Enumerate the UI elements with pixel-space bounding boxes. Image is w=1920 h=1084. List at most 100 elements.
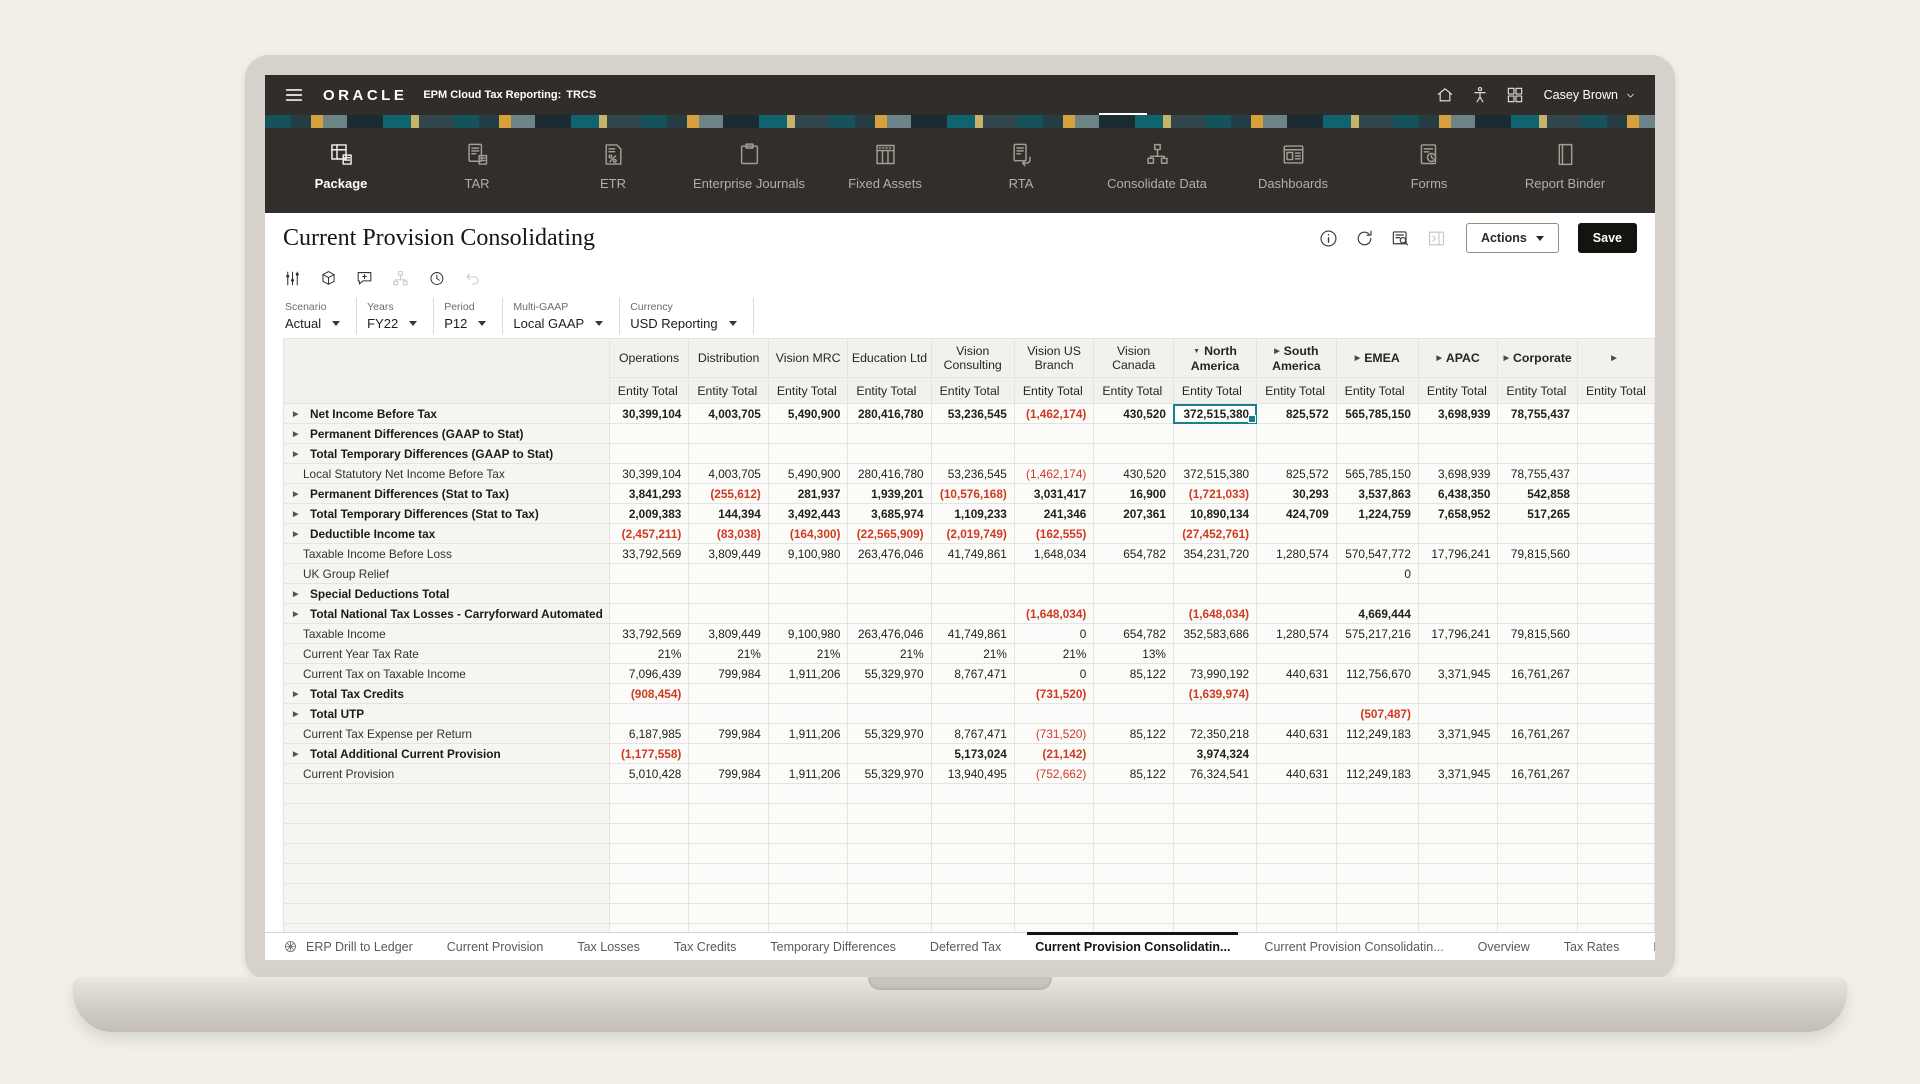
grid-cell[interactable]: [1014, 584, 1094, 604]
column-header-south-america[interactable]: ▶South America: [1257, 339, 1337, 378]
grid-cell[interactable]: [1257, 444, 1337, 464]
grid-cell[interactable]: 76,324,541: [1173, 764, 1256, 784]
expand-triangle-icon[interactable]: ▶: [293, 710, 298, 718]
grid-cell[interactable]: [1577, 664, 1654, 684]
grid-cell[interactable]: 825,572: [1257, 404, 1337, 424]
grid-cell[interactable]: 144,394: [689, 504, 769, 524]
tab-tax-credits[interactable]: Tax Credits: [674, 933, 737, 960]
tab-current-provision[interactable]: Current Provision: [447, 933, 544, 960]
grid-cell[interactable]: [1498, 424, 1578, 444]
menu-icon[interactable]: [283, 84, 305, 106]
expand-triangle-icon[interactable]: ▶: [293, 450, 298, 458]
grid-cell[interactable]: 354,231,720: [1173, 544, 1256, 564]
grid-cell[interactable]: [1257, 524, 1337, 544]
subheader-entity-total[interactable]: Entity Total: [1014, 378, 1094, 404]
grid-cell[interactable]: [609, 584, 689, 604]
nav-item-tar[interactable]: TAR: [409, 128, 545, 213]
grid-cell[interactable]: [1257, 584, 1337, 604]
expand-triangle-icon[interactable]: ▶: [1355, 355, 1360, 362]
grid-cell[interactable]: 3,371,945: [1418, 664, 1498, 684]
nav-item-consolidate-data[interactable]: Consolidate Data: [1089, 128, 1225, 213]
grid-cell[interactable]: [1173, 444, 1256, 464]
grid-cell[interactable]: 3,492,443: [768, 504, 848, 524]
grid-cell[interactable]: [1498, 604, 1578, 624]
grid-cell[interactable]: [1014, 444, 1094, 464]
grid-cell[interactable]: [1418, 704, 1498, 724]
tab-fx-rates[interactable]: FX Rates: [1653, 933, 1655, 960]
grid-cell[interactable]: (1,648,034): [1173, 604, 1256, 624]
grid-cell[interactable]: [768, 584, 848, 604]
expand-triangle-icon[interactable]: ▶: [293, 590, 298, 598]
grid-cell[interactable]: [1336, 424, 1418, 444]
grid-cell[interactable]: [1173, 644, 1256, 664]
subheader-entity-total[interactable]: Entity Total: [768, 378, 848, 404]
grid-cell[interactable]: (752,662): [1014, 764, 1094, 784]
grid-cell[interactable]: [689, 604, 769, 624]
row-label[interactable]: ▶Total Additional Current Provision: [284, 744, 610, 764]
grid-cell[interactable]: [1418, 444, 1498, 464]
row-label[interactable]: ▶Total UTP: [284, 704, 610, 724]
grid-cell[interactable]: (731,520): [1014, 684, 1094, 704]
column-header-vision-us-branch[interactable]: Vision US Branch: [1014, 339, 1094, 378]
grid-cell[interactable]: 1,648,034: [1014, 544, 1094, 564]
grid-cell[interactable]: 575,217,216: [1336, 624, 1418, 644]
grid-cell[interactable]: [848, 424, 931, 444]
grid-cell[interactable]: 3,371,945: [1418, 724, 1498, 744]
grid-cell[interactable]: [1498, 684, 1578, 704]
grid-cell[interactable]: 799,984: [689, 724, 769, 744]
grid-cell[interactable]: [609, 604, 689, 624]
column-header-distribution[interactable]: Distribution: [689, 339, 769, 378]
grid-cell[interactable]: [609, 564, 689, 584]
pov-value[interactable]: Local GAAP: [513, 316, 603, 331]
expand-triangle-icon[interactable]: ▶: [293, 690, 298, 698]
row-label[interactable]: ▶Permanent Differences (Stat to Tax): [284, 484, 610, 504]
grid-cell[interactable]: [1257, 564, 1337, 584]
grid-cell[interactable]: [1014, 564, 1094, 584]
nav-item-rta[interactable]: RTA: [953, 128, 1089, 213]
grid-cell[interactable]: 3,698,939: [1418, 464, 1498, 484]
home-icon[interactable]: [1435, 85, 1455, 105]
subheader-entity-total[interactable]: Entity Total: [1498, 378, 1578, 404]
grid-cell[interactable]: 3,685,974: [848, 504, 931, 524]
grid-cell[interactable]: [1498, 444, 1578, 464]
grid-cell[interactable]: [1094, 744, 1174, 764]
column-header-education-ltd[interactable]: Education Ltd: [848, 339, 931, 378]
expand-triangle-icon[interactable]: ▶: [1504, 355, 1509, 362]
expand-triangle-icon[interactable]: ▶: [293, 750, 298, 758]
grid-cell[interactable]: [848, 584, 931, 604]
grid-cell[interactable]: [1577, 684, 1654, 704]
grid-cell[interactable]: [1336, 644, 1418, 664]
expand-triangle-icon[interactable]: ▶: [1274, 348, 1279, 355]
pov-value[interactable]: Actual: [285, 316, 340, 331]
grid-cell[interactable]: 30,399,104: [609, 404, 689, 424]
grid-cell[interactable]: (1,639,974): [1173, 684, 1256, 704]
row-label[interactable]: ▶Total National Tax Losses - Carryforwar…: [284, 604, 610, 624]
grid-cell[interactable]: 6,187,985: [609, 724, 689, 744]
grid-cell[interactable]: 799,984: [689, 764, 769, 784]
grid-cell[interactable]: [768, 444, 848, 464]
grid-cell[interactable]: 33,792,569: [609, 544, 689, 564]
grid-cell[interactable]: 72,350,218: [1173, 724, 1256, 744]
grid-cell[interactable]: [1094, 604, 1174, 624]
grid-cell[interactable]: (1,721,033): [1173, 484, 1256, 504]
grid-cell[interactable]: [1418, 564, 1498, 584]
grid-cell[interactable]: (162,555): [1014, 524, 1094, 544]
grid-cell[interactable]: [768, 604, 848, 624]
expand-triangle-icon[interactable]: ▶: [293, 530, 298, 538]
grid-cell[interactable]: 280,416,780: [848, 464, 931, 484]
nav-item-dashboards[interactable]: Dashboards: [1225, 128, 1361, 213]
grid-cell[interactable]: 372,515,380: [1173, 464, 1256, 484]
grid-cell[interactable]: [1094, 684, 1174, 704]
grid-cell[interactable]: (255,612): [689, 484, 769, 504]
save-button[interactable]: Save: [1578, 223, 1637, 253]
grid-cell[interactable]: 280,416,780: [848, 404, 931, 424]
grid-cell[interactable]: [848, 684, 931, 704]
grid-cell[interactable]: 281,937: [768, 484, 848, 504]
subheader-entity-total[interactable]: Entity Total: [1418, 378, 1498, 404]
grid-cell[interactable]: (1,648,034): [1014, 604, 1094, 624]
grid-cell[interactable]: [848, 604, 931, 624]
grid-cell[interactable]: 5,490,900: [768, 464, 848, 484]
grid-cell[interactable]: 41,749,861: [931, 544, 1014, 564]
grid-cell[interactable]: [1336, 684, 1418, 704]
row-label[interactable]: ▶Permanent Differences (GAAP to Stat): [284, 424, 610, 444]
